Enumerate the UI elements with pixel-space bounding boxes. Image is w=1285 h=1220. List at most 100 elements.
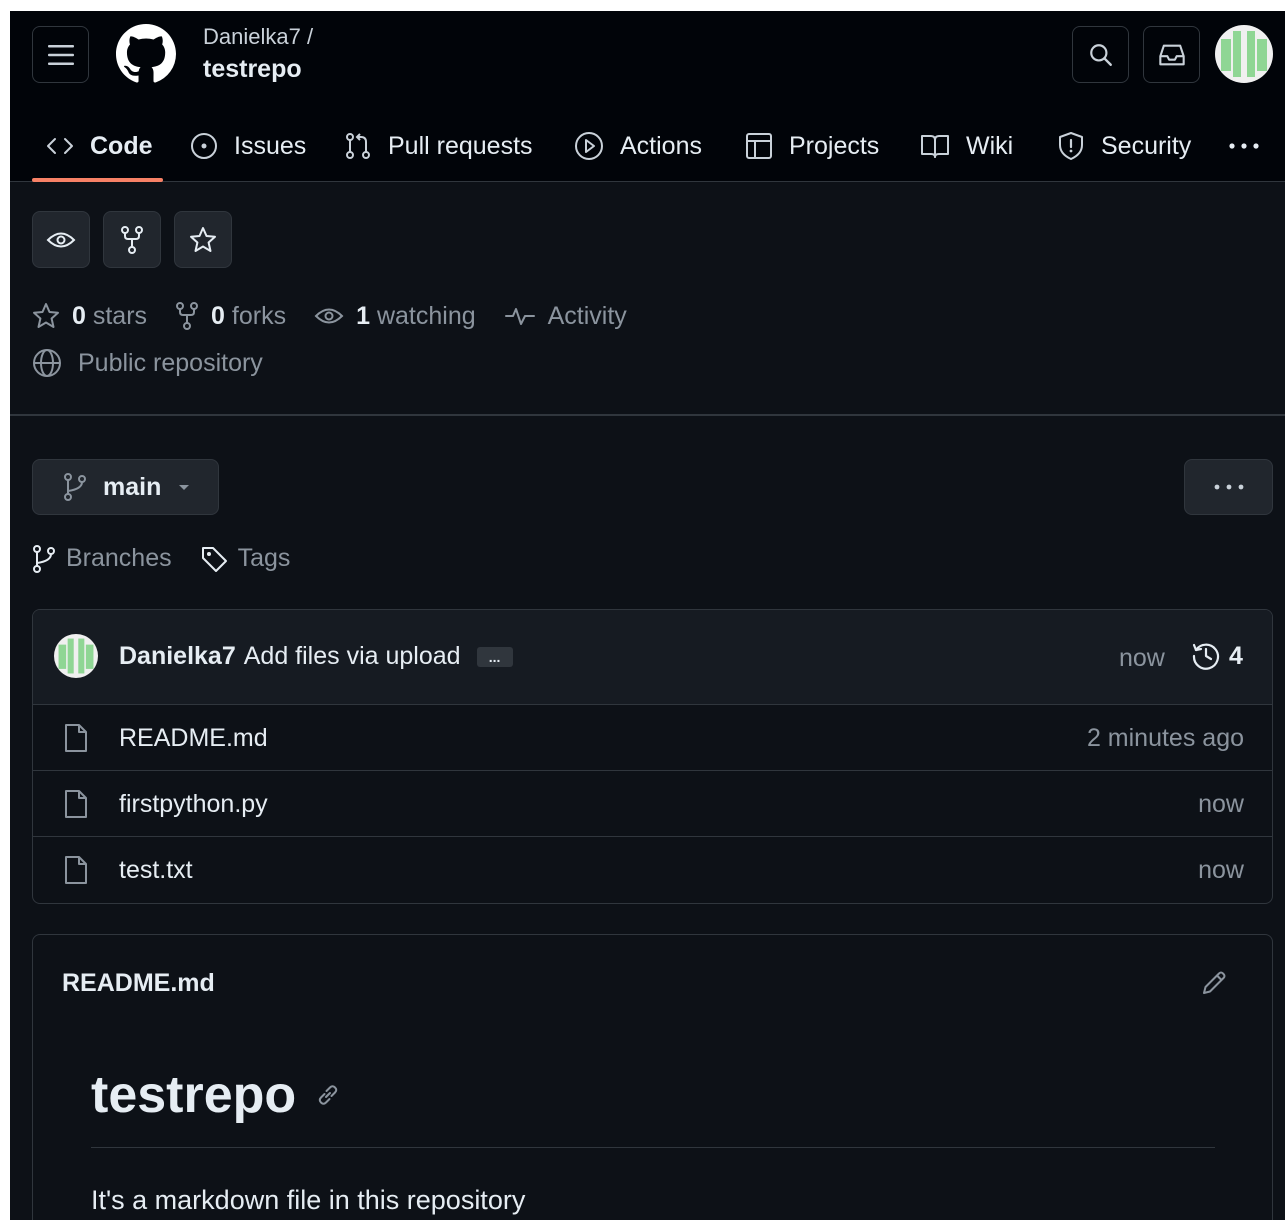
fork-icon bbox=[121, 225, 143, 254]
identicon-avatar-icon bbox=[54, 634, 98, 678]
tags-link[interactable]: Tags bbox=[200, 544, 291, 573]
tab-pull-requests-label: Pull requests bbox=[388, 131, 533, 160]
commit-summary: Danielka7 Add files via upload ... bbox=[119, 642, 513, 671]
readme-divider bbox=[91, 1147, 1215, 1148]
tab-actions-label: Actions bbox=[620, 131, 702, 160]
commit-count: 4 bbox=[1229, 641, 1243, 670]
user-avatar[interactable] bbox=[1215, 25, 1273, 83]
watching-count: 1 bbox=[356, 301, 370, 330]
eye-icon bbox=[46, 232, 76, 247]
star-button[interactable] bbox=[174, 211, 232, 268]
stars-link[interactable]: 0 stars bbox=[32, 302, 147, 331]
play-icon bbox=[575, 132, 603, 160]
file-icon bbox=[65, 790, 87, 818]
history-icon bbox=[1192, 643, 1220, 670]
owner-link[interactable]: Danielka7 / bbox=[203, 24, 313, 50]
fork-button[interactable] bbox=[103, 211, 161, 268]
readme-heading: testrepo bbox=[91, 1065, 342, 1125]
code-icon bbox=[47, 138, 73, 154]
star-icon bbox=[33, 303, 59, 328]
menu-button[interactable] bbox=[32, 26, 89, 83]
file-time: 2 minutes ago bbox=[1086, 724, 1244, 752]
inbox-button[interactable] bbox=[1143, 26, 1200, 83]
watching-link[interactable]: 1 watching bbox=[314, 302, 476, 331]
globe-icon bbox=[33, 349, 61, 377]
file-list: Danielka7 Add files via upload ... now 4… bbox=[32, 609, 1273, 904]
tab-code-label: Code bbox=[90, 131, 153, 160]
tag-icon bbox=[201, 546, 227, 572]
kebab-horizontal-icon bbox=[1214, 484, 1243, 490]
search-icon bbox=[1089, 43, 1112, 66]
commit-author-avatar[interactable] bbox=[54, 634, 98, 678]
search-button[interactable] bbox=[1072, 26, 1129, 83]
tab-code[interactable]: Code bbox=[46, 111, 153, 181]
file-row[interactable]: firstpython.py now bbox=[33, 771, 1272, 837]
commit-expand-button[interactable]: ... bbox=[476, 646, 513, 667]
tab-issues-label: Issues bbox=[234, 131, 307, 160]
file-name[interactable]: firstpython.py bbox=[119, 790, 268, 819]
visibility-label: Public repository bbox=[78, 348, 263, 377]
shield-icon bbox=[1059, 132, 1083, 160]
file-name[interactable]: test.txt bbox=[119, 856, 193, 885]
readme-heading-text: testrepo bbox=[91, 1066, 297, 1124]
tab-pull-requests[interactable]: Pull requests bbox=[344, 111, 533, 181]
identicon-avatar-icon bbox=[1215, 25, 1273, 83]
tab-projects-label: Projects bbox=[789, 131, 880, 160]
readme-paragraph: It's a markdown file in this repository bbox=[91, 1185, 526, 1215]
star-icon bbox=[190, 226, 216, 252]
eye-icon bbox=[314, 308, 344, 324]
tab-security-label: Security bbox=[1101, 131, 1192, 160]
section-divider bbox=[10, 414, 1285, 416]
stars-count: 0 bbox=[72, 301, 86, 330]
watching-label: watching bbox=[376, 301, 476, 330]
repo-stats: 0 stars 0 forks 1 watching Activity bbox=[32, 296, 655, 336]
tab-wiki[interactable]: Wiki bbox=[920, 111, 1013, 181]
branches-link[interactable]: Branches bbox=[32, 544, 172, 573]
table-icon bbox=[746, 133, 772, 159]
fork-icon bbox=[176, 302, 199, 330]
commit-time[interactable]: now bbox=[1119, 644, 1165, 673]
latest-commit-row: Danielka7 Add files via upload ... now 4 bbox=[33, 610, 1272, 705]
readme-panel: README.md testrepo It's a markdown file … bbox=[32, 934, 1273, 1220]
file-icon bbox=[65, 856, 87, 884]
app-window: Danielka7 / testrepo Code Issues Pull re… bbox=[10, 11, 1285, 1220]
tab-wiki-label: Wiki bbox=[966, 131, 1014, 160]
file-row[interactable]: test.txt now bbox=[33, 837, 1272, 903]
book-icon bbox=[921, 135, 949, 158]
tab-security[interactable]: Security bbox=[1057, 111, 1191, 181]
branches-label: Branches bbox=[66, 544, 172, 572]
inbox-icon bbox=[1158, 44, 1185, 65]
caret-down-icon bbox=[179, 485, 190, 490]
file-icon bbox=[65, 724, 87, 752]
tags-label: Tags bbox=[237, 544, 291, 572]
commit-history-link[interactable]: 4 bbox=[1191, 641, 1243, 671]
active-tab-indicator bbox=[32, 178, 163, 182]
repo-name-link[interactable]: testrepo bbox=[203, 55, 302, 84]
pencil-icon[interactable] bbox=[1199, 968, 1229, 998]
branch-selector[interactable]: main bbox=[32, 459, 219, 515]
forks-link[interactable]: 0 forks bbox=[175, 302, 286, 331]
visibility-row: Public repository bbox=[32, 348, 263, 378]
repo-tabs: Code Issues Pull requests Actions Projec… bbox=[10, 111, 1285, 181]
activity-label: Activity bbox=[547, 301, 627, 330]
github-logo-icon[interactable] bbox=[116, 24, 176, 84]
commit-author[interactable]: Danielka7 bbox=[119, 642, 236, 671]
activity-link[interactable]: Activity bbox=[504, 302, 627, 331]
file-time: now bbox=[1198, 790, 1244, 818]
file-name[interactable]: README.md bbox=[119, 724, 268, 753]
git-branch-icon bbox=[33, 544, 55, 573]
pulse-icon bbox=[504, 308, 535, 325]
tab-more-button[interactable] bbox=[1228, 111, 1260, 181]
tab-actions[interactable]: Actions bbox=[574, 111, 702, 181]
watch-button[interactable] bbox=[32, 211, 90, 268]
commit-message[interactable]: Add files via upload bbox=[244, 642, 461, 671]
file-row[interactable]: README.md 2 minutes ago bbox=[33, 705, 1272, 771]
pull-request-icon bbox=[346, 133, 370, 159]
readme-title[interactable]: README.md bbox=[62, 969, 215, 998]
kebab-horizontal-icon bbox=[1229, 143, 1259, 149]
branch-name: main bbox=[103, 472, 162, 501]
tab-issues[interactable]: Issues bbox=[190, 111, 306, 181]
link-icon[interactable] bbox=[314, 1081, 342, 1109]
tab-projects[interactable]: Projects bbox=[745, 111, 879, 181]
repo-more-button[interactable] bbox=[1184, 459, 1273, 515]
